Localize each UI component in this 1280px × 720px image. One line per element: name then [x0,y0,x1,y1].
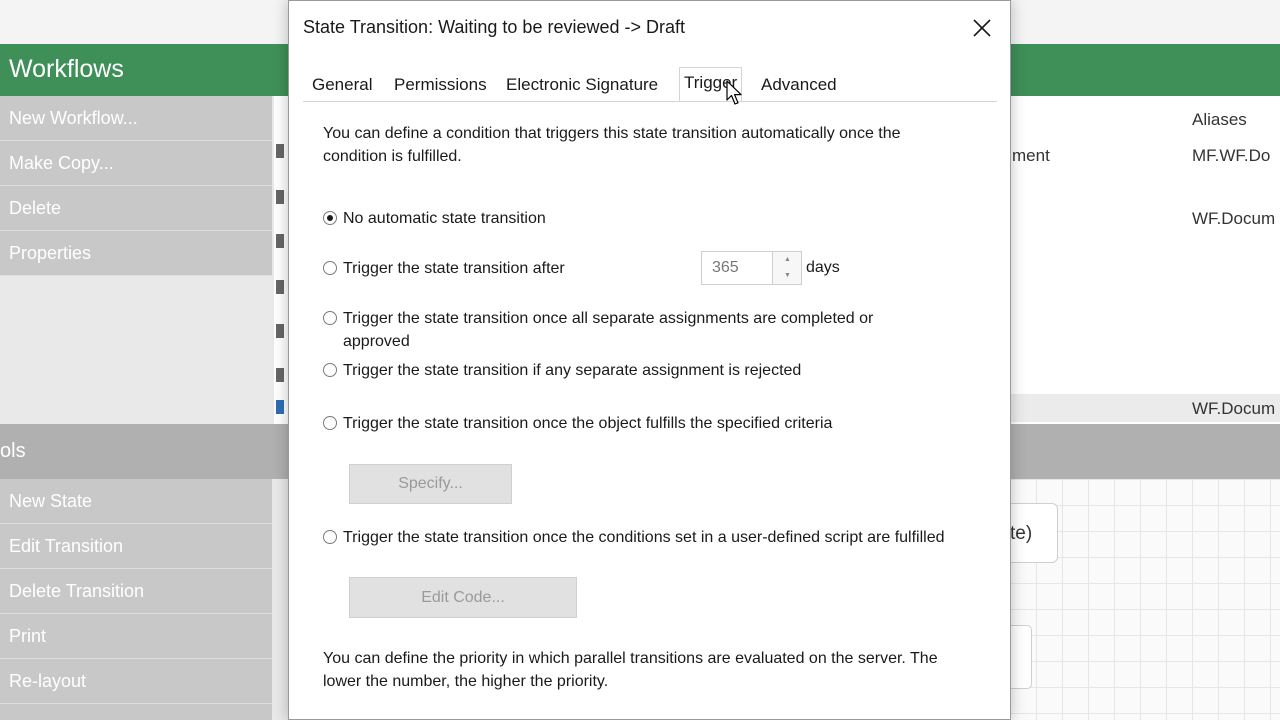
diagram-state-node[interactable]: te) [1010,503,1058,563]
dialog-title: State Transition: Waiting to be reviewed… [303,17,686,37]
option-user-script[interactable]: Trigger the state transition once the co… [323,526,963,549]
radio-all-assignments[interactable] [323,311,337,325]
option-label: Trigger the state transition once the ob… [343,415,833,432]
option-label: Trigger the state transition once the co… [343,529,945,546]
priority-text: You can define the priority in which par… [323,650,938,690]
option-object-criteria[interactable]: Trigger the state transition once the ob… [323,412,832,435]
row-marker [276,144,284,158]
stepper-up-icon[interactable]: ▲ [773,252,802,268]
days-unit-label: days [806,259,840,276]
trigger-intro-text: You can define a condition that triggers… [323,125,901,165]
tools-title: ols [0,440,26,462]
list-cell-alias: MF.WF.Do [1192,146,1271,165]
option-label: Trigger the state transition once all se… [343,310,874,350]
delete-command[interactable]: Delete [0,186,272,231]
row-marker-selected [276,400,284,414]
option-all-assignments[interactable]: Trigger the state transition once all se… [323,307,943,353]
new-workflow-command[interactable]: New Workflow... [0,96,272,141]
option-any-rejected[interactable]: Trigger the state transition if any sepa… [323,359,801,382]
option-label: Trigger the state transition if any sepa… [343,362,802,379]
row-marker [276,368,284,382]
edit-transition-command[interactable]: Edit Transition [0,524,272,569]
list-cell-name: ment [1012,146,1050,165]
re-layout-command[interactable]: Re-layout [0,659,272,704]
days-stepper: ▲ ▼ [701,251,802,285]
row-marker [276,324,284,338]
specify-button[interactable]: Specify... [349,464,512,504]
row-marker [276,234,284,248]
diagram-state-node[interactable] [1010,625,1032,689]
tab-permissions[interactable]: Permissions [394,71,487,101]
diagram-state-label: te) [1010,523,1033,544]
properties-command[interactable]: Properties [0,231,272,276]
edit-code-button[interactable]: Edit Code... [349,577,577,618]
radio-after-days[interactable] [323,261,337,275]
row-marker [276,190,284,204]
tab-advanced[interactable]: Advanced [761,71,837,101]
option-label: Trigger the state transition after [343,260,565,277]
trigger-tab-panel: You can define a condition that triggers… [303,101,997,720]
close-icon [973,19,991,37]
days-input[interactable] [702,252,772,284]
workflows-title: Workflows [9,55,124,83]
aliases-column-header[interactable]: Aliases [1192,110,1247,130]
sidebar-empty-area [0,276,272,424]
tab-electronic-signature[interactable]: Electronic Signature [506,71,658,101]
make-copy-command[interactable]: Make Copy... [0,141,272,186]
option-label: No automatic state transition [343,210,546,227]
radio-no-automatic[interactable] [323,211,337,225]
option-no-automatic[interactable]: No automatic state transition [323,207,546,230]
new-state-command[interactable]: New State [0,479,272,524]
state-transition-dialog: State Transition: Waiting to be reviewed… [288,0,1011,720]
tab-trigger[interactable]: Trigger [679,67,743,101]
stepper-buttons: ▲ ▼ [772,252,801,284]
print-command[interactable]: Print [0,614,272,659]
tools-panel: New State Edit Transition Delete Transit… [0,479,272,720]
radio-user-script[interactable] [323,530,337,544]
workflow-commands-panel: New Workflow... Make Copy... Delete Prop… [0,96,272,276]
radio-object-criteria[interactable] [323,416,337,430]
list-cell-alias: WF.Docum [1192,209,1276,228]
tab-general[interactable]: General [312,71,372,101]
option-after-days[interactable]: Trigger the state transition after [323,257,565,280]
stepper-down-icon[interactable]: ▼ [773,268,802,284]
delete-transition-command[interactable]: Delete Transition [0,569,272,614]
close-button[interactable] [969,15,995,41]
radio-any-rejected[interactable] [323,363,337,377]
row-marker [276,280,284,294]
list-cell-alias: WF.Docum [1192,399,1276,418]
